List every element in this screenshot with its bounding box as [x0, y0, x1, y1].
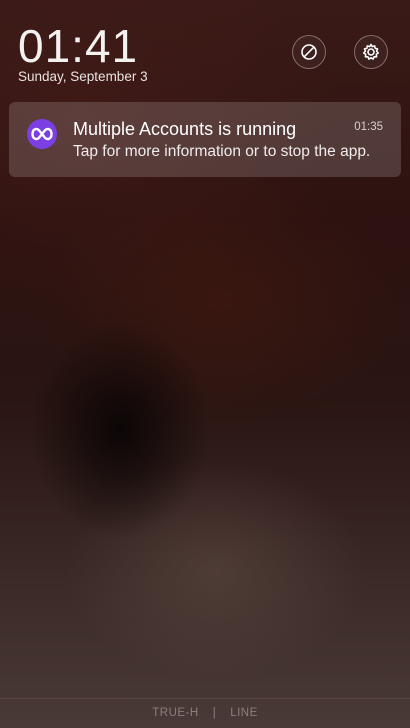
notification-title: Multiple Accounts is running: [73, 119, 297, 139]
notification-body: Tap for more information or to stop the …: [73, 143, 371, 160]
carrier-bar: TRUE-H | LINE: [0, 707, 410, 719]
notification-card[interactable]: Multiple Accounts is running 01:35 Tap f…: [9, 102, 401, 177]
settings-button[interactable]: [354, 35, 388, 69]
bottom-divider: [0, 698, 410, 699]
carrier-sim2: LINE: [230, 707, 258, 719]
lockscreen-clock: 01:41: [18, 20, 139, 72]
do-not-disturb-button[interactable]: [292, 35, 326, 69]
multiple-accounts-app-icon: [27, 119, 57, 149]
do-not-disturb-icon: [300, 43, 318, 61]
carrier-separator: |: [212, 707, 217, 719]
lockscreen-date: Sunday, September 3: [18, 69, 148, 84]
notification-time: 01:35: [354, 121, 383, 133]
gear-icon: [361, 42, 381, 62]
carrier-sim1: TRUE-H: [152, 707, 199, 719]
